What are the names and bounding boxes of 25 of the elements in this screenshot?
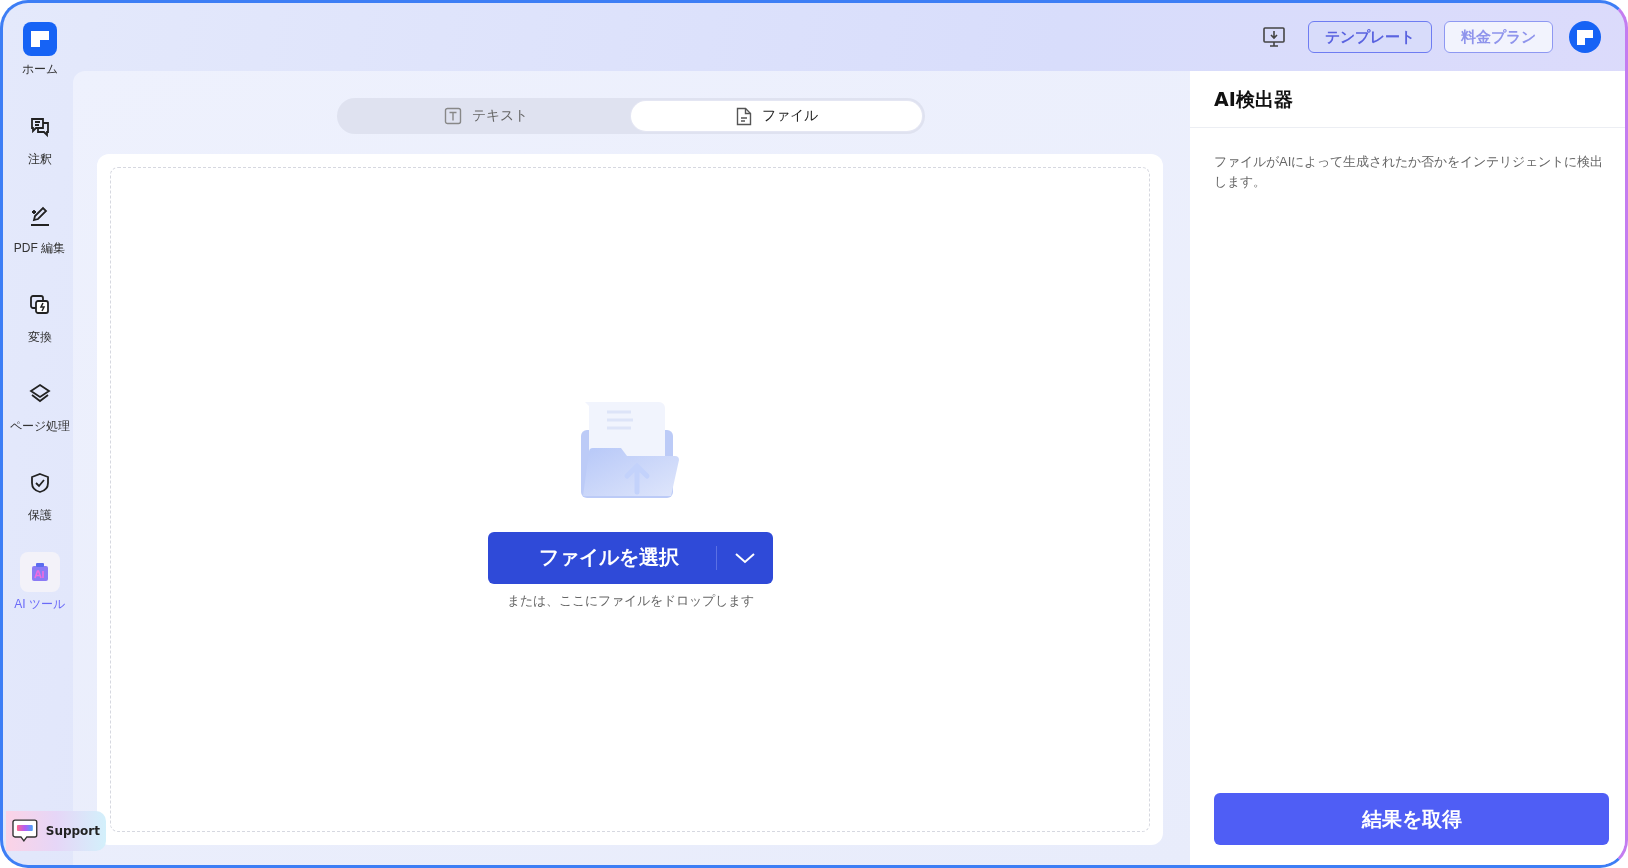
chat-icon [12,819,38,843]
get-result-button[interactable]: 結果を取得 [1214,793,1609,845]
mode-tab[interactable]: テキスト [340,101,631,131]
text-icon[interactable] [443,107,462,125]
drop-zone[interactable]: ファイルを選択 または、ここにファイルをドロップします [110,167,1150,832]
sidebar-item-label[interactable]: 保護 [27,507,52,524]
drop-hint: または、ここにファイルをドロップします [506,591,754,610]
panel-title: AI検出器 [1190,71,1625,128]
download-monitor-icon[interactable] [1262,25,1286,49]
chevron-down-icon [733,551,756,564]
sidebar-item-label[interactable]: ホーム [21,61,58,78]
document-icon[interactable] [735,106,752,126]
panel-description: ファイルがAIによって生成されたか否かをインテリジェントに検出します。 [1214,153,1605,191]
support-button[interactable]: Support [6,811,106,851]
sidebar-item-label[interactable]: 変換 [27,329,52,346]
app-logo-icon[interactable] [1569,21,1601,53]
ai-clipboard-icon[interactable] [29,562,50,582]
sidebar-item-label[interactable]: AI ツール [14,596,65,613]
mode-tab[interactable]: ファイル [631,101,922,131]
convert-icon[interactable] [27,293,52,317]
app-logo-icon[interactable] [22,22,57,56]
sidebar-item-label[interactable]: PDF 編集 [13,240,66,257]
sidebar-item-label[interactable]: ページ処理 [9,418,70,435]
sidebar-item-label[interactable]: 注釈 [27,151,52,168]
header-button[interactable]: テンプレート [1308,21,1432,53]
